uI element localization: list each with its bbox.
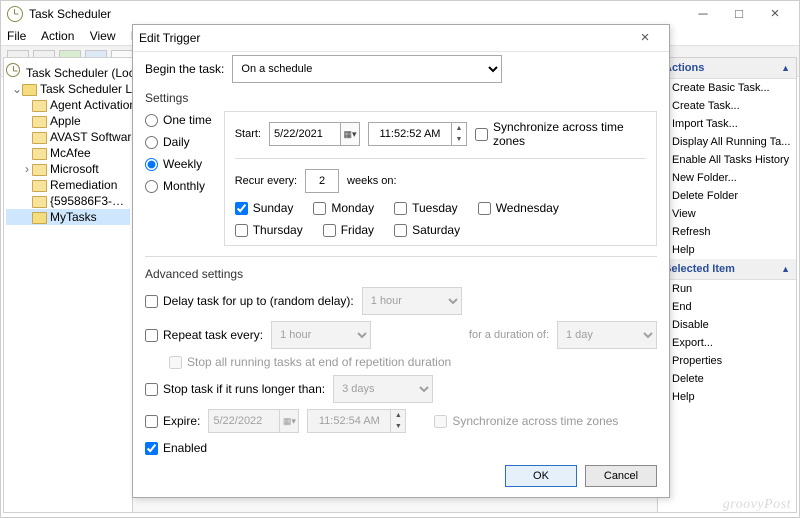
edit-trigger-dialog: Edit Trigger × Begin the task: On a sche… bbox=[132, 24, 670, 498]
duration-select: 1 day bbox=[557, 321, 657, 349]
actions-header: Actions▲ bbox=[658, 58, 796, 79]
expire-date-picker: ▦▾ bbox=[208, 409, 299, 433]
stop-end-checkbox: Stop all running tasks at end of repetit… bbox=[169, 355, 451, 369]
duration-label: for a duration of: bbox=[469, 329, 549, 341]
start-label: Start: bbox=[235, 128, 261, 140]
tree-item[interactable]: Agent Activation bbox=[50, 98, 133, 112]
tree-item[interactable]: McAfee bbox=[50, 146, 91, 160]
day-saturday[interactable]: Saturday bbox=[394, 223, 460, 237]
radio-weekly[interactable]: Weekly bbox=[145, 157, 212, 171]
minimize-button[interactable]: ─ bbox=[685, 2, 721, 26]
action-item[interactable]: New Folder... bbox=[658, 169, 796, 187]
action-item[interactable]: Run bbox=[658, 280, 796, 298]
weeks-on-label: weeks on: bbox=[347, 175, 397, 187]
day-tuesday[interactable]: Tuesday bbox=[394, 201, 458, 215]
delay-checkbox[interactable]: Delay task for up to (random delay): bbox=[145, 294, 354, 308]
day-wednesday[interactable]: Wednesday bbox=[478, 201, 559, 215]
begin-task-label: Begin the task: bbox=[145, 62, 224, 76]
menu-view[interactable]: View bbox=[90, 29, 116, 43]
action-item[interactable]: Create Task... bbox=[658, 97, 796, 115]
selected-item-header: Selected Item▲ bbox=[658, 259, 796, 280]
radio-monthly[interactable]: Monthly bbox=[145, 179, 212, 193]
menu-action[interactable]: Action bbox=[41, 29, 74, 43]
advanced-label: Advanced settings bbox=[145, 267, 657, 281]
settings-label: Settings bbox=[145, 91, 657, 105]
sync-tz2-checkbox: Synchronize across time zones bbox=[434, 414, 618, 428]
action-item[interactable]: Import Task... bbox=[658, 115, 796, 133]
tree-item-selected[interactable]: MyTasks bbox=[50, 210, 97, 224]
dialog-title: Edit Trigger bbox=[139, 31, 200, 45]
sync-tz-checkbox[interactable]: Synchronize across time zones bbox=[475, 120, 646, 148]
expire-time-spinner: ▲▼ bbox=[307, 409, 406, 433]
action-item[interactable]: Delete bbox=[658, 370, 796, 388]
delay-select: 1 hour bbox=[362, 287, 462, 315]
schedule-group: Start: ▦▾ ▲▼ Synchronize across time zon… bbox=[224, 111, 657, 246]
actions-pane: Actions▲ Create Basic Task... Create Tas… bbox=[657, 57, 797, 513]
nav-tree[interactable]: Task Scheduler (Local) ⌄Task Scheduler L… bbox=[3, 57, 133, 513]
menu-file[interactable]: File bbox=[7, 29, 26, 43]
day-thursday[interactable]: Thursday bbox=[235, 223, 303, 237]
enabled-checkbox[interactable]: Enabled bbox=[145, 441, 207, 455]
day-sunday[interactable]: Sunday bbox=[235, 201, 294, 215]
recur-label: Recur every: bbox=[235, 175, 297, 187]
action-item[interactable]: Disable bbox=[658, 316, 796, 334]
repeat-checkbox[interactable]: Repeat task every: bbox=[145, 328, 263, 342]
calendar-icon[interactable]: ▦▾ bbox=[341, 122, 360, 146]
stop-longer-checkbox[interactable]: Stop task if it runs longer than: bbox=[145, 382, 325, 396]
tree-item[interactable]: AVAST Software bbox=[50, 130, 133, 144]
cancel-button[interactable]: Cancel bbox=[585, 465, 657, 487]
day-monday[interactable]: Monday bbox=[313, 201, 374, 215]
start-date-picker[interactable]: ▦▾ bbox=[269, 122, 360, 146]
radio-daily[interactable]: Daily bbox=[145, 135, 212, 149]
tree-item[interactable]: Microsoft bbox=[50, 162, 99, 176]
maximize-button[interactable]: □ bbox=[721, 2, 757, 26]
close-button[interactable]: × bbox=[757, 2, 793, 26]
action-item[interactable]: Properties bbox=[658, 352, 796, 370]
calendar-icon: ▦▾ bbox=[280, 409, 299, 433]
action-item[interactable]: End bbox=[658, 298, 796, 316]
action-item[interactable]: Help bbox=[658, 241, 796, 259]
tree-item[interactable]: Apple bbox=[50, 114, 81, 128]
start-time-spinner[interactable]: ▲▼ bbox=[368, 122, 467, 146]
repeat-select: 1 hour bbox=[271, 321, 371, 349]
action-item[interactable]: Refresh bbox=[658, 223, 796, 241]
action-item[interactable]: View bbox=[658, 205, 796, 223]
main-title: Task Scheduler bbox=[29, 7, 111, 21]
watermark: groovyPost bbox=[723, 497, 791, 513]
folder-icon bbox=[22, 84, 37, 96]
clock-icon bbox=[7, 6, 23, 22]
day-friday[interactable]: Friday bbox=[323, 223, 374, 237]
tree-root[interactable]: Task Scheduler (Local) bbox=[26, 66, 133, 80]
action-item[interactable]: Enable All Tasks History bbox=[658, 151, 796, 169]
action-item[interactable]: Export... bbox=[658, 334, 796, 352]
recur-input[interactable] bbox=[305, 169, 339, 193]
action-item[interactable]: Delete Folder bbox=[658, 187, 796, 205]
tree-library[interactable]: Task Scheduler Library bbox=[40, 82, 133, 96]
action-item[interactable]: Display All Running Ta... bbox=[658, 133, 796, 151]
tree-item[interactable]: Remediation bbox=[50, 178, 117, 192]
begin-task-select[interactable]: On a schedule bbox=[232, 55, 502, 83]
action-item[interactable]: Create Basic Task... bbox=[658, 79, 796, 97]
ok-button[interactable]: OK bbox=[505, 465, 577, 487]
schedule-radios: One time Daily Weekly Monthly bbox=[145, 111, 212, 246]
dialog-titlebar: Edit Trigger × bbox=[133, 25, 669, 52]
expire-checkbox[interactable]: Expire: bbox=[145, 414, 200, 428]
tree-item[interactable]: {595886F3-… bbox=[50, 194, 124, 208]
stop-longer-select: 3 days bbox=[333, 375, 433, 403]
radio-one-time[interactable]: One time bbox=[145, 113, 212, 127]
dialog-close-button[interactable]: × bbox=[627, 26, 663, 50]
action-item[interactable]: Help bbox=[658, 388, 796, 406]
